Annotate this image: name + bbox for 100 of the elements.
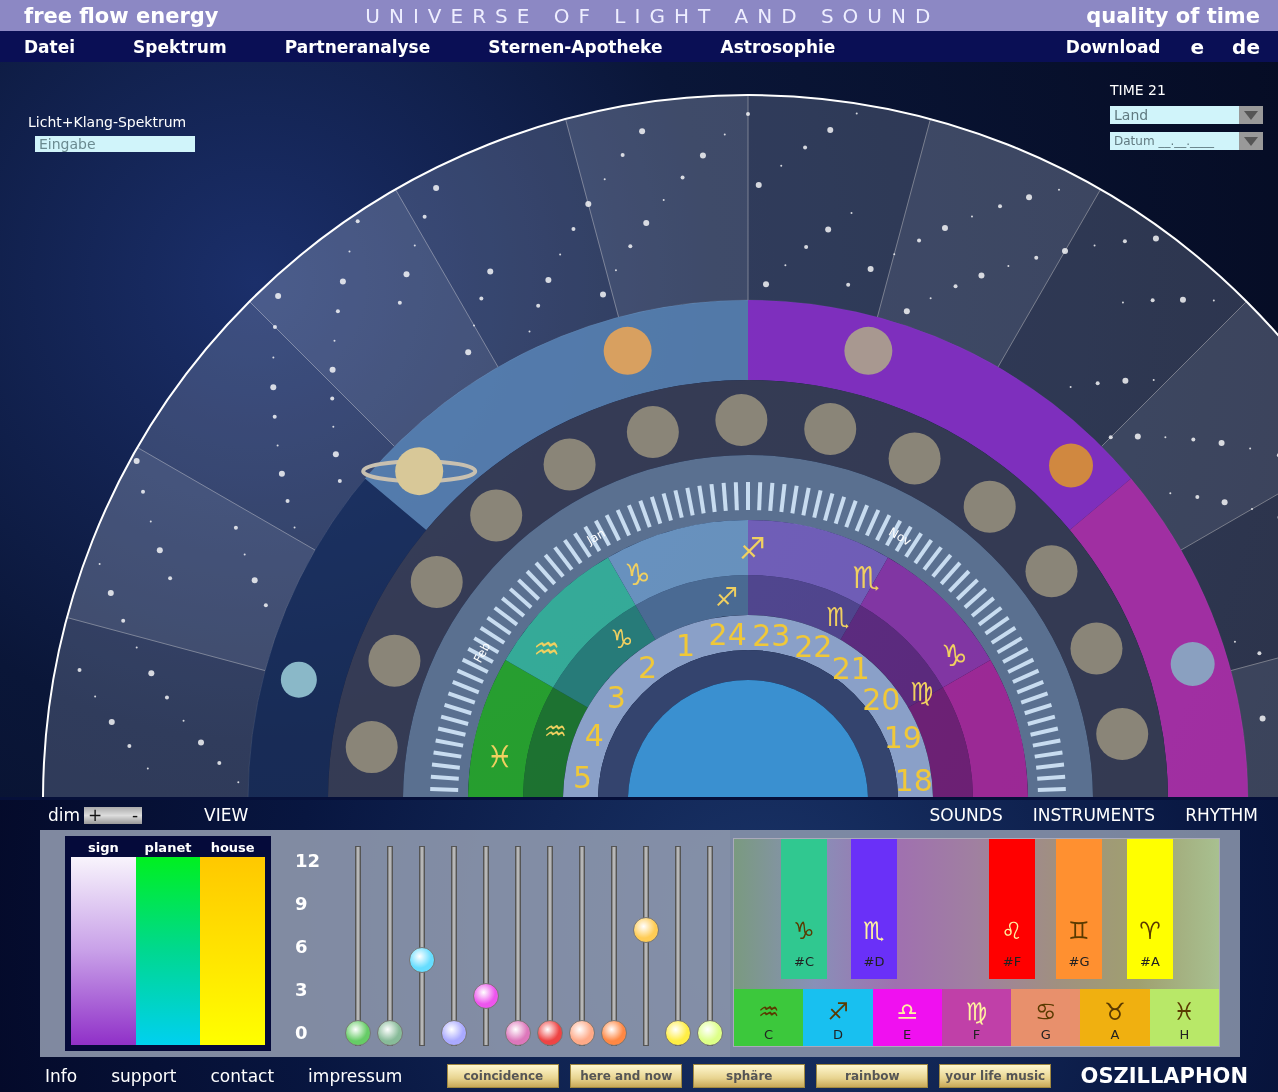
house-number: 19 [883,720,922,756]
piano-key[interactable]: ♎ E [872,989,942,1046]
slider-thumb[interactable] [537,1020,563,1046]
slider-thumb[interactable] [345,1020,371,1046]
scale-label: 9 [295,893,309,914]
footer-link[interactable]: support [111,1066,177,1086]
mode-button[interactable]: coincidence [447,1064,560,1088]
house-number: 22 [794,629,833,665]
vertical-slider[interactable] [345,846,371,1046]
house-number: 1 [675,628,695,664]
slider-thumb[interactable] [569,1020,595,1046]
scale-label: 0 [295,1022,309,1043]
piano-key[interactable]: ♑ #C [781,839,827,979]
house-number: 24 [708,617,747,653]
slider-thumb[interactable] [409,946,435,973]
slider-thumb[interactable] [665,1020,691,1046]
download-link[interactable]: Download [1065,36,1161,57]
menu-item[interactable]: Sternen-Apotheke [488,36,663,57]
piano-key[interactable]: ♉ A [1080,989,1150,1046]
plus-button[interactable]: + [84,807,107,823]
scale-label: 6 [295,936,309,957]
slider-thumb[interactable] [505,1020,531,1046]
brand-name: OSZILLAPHON [1080,1064,1248,1088]
month-label: Feb [470,639,494,666]
piano-key[interactable]: ♋ G [1011,989,1081,1046]
house-number: 23 [752,617,791,653]
vertical-slider[interactable] [537,846,563,1046]
vertical-slider[interactable] [633,846,659,1046]
zodiac-sign: ♏ [852,560,880,596]
slider-thumb[interactable] [697,1020,723,1046]
piano-key[interactable]: ♍ F [941,989,1012,1046]
mode-button[interactable]: your life music [939,1064,1052,1088]
menu-item[interactable]: Datei [24,36,76,57]
scale-label: 3 [295,979,309,1000]
tab[interactable]: SOUNDS [929,805,1003,825]
slider-thumb[interactable] [441,1020,467,1046]
dropdown-button[interactable] [1239,106,1263,124]
vertical-slider[interactable] [473,846,499,1046]
minus-button[interactable]: - [127,807,143,823]
piano-key[interactable]: ♌ #F [989,839,1035,979]
slider-thumb[interactable] [601,1020,627,1046]
zodiac-sign: ♒ [543,715,567,746]
site-tagline: quality of time [1086,3,1260,28]
language-link[interactable]: de [1232,34,1260,59]
tab[interactable]: RHYTHM [1185,805,1258,825]
zodiac-sign: ♐ [738,531,766,567]
zodiac-sign: ♑ [624,556,651,592]
piano-key[interactable]: ♓ H [1149,989,1219,1046]
vertical-slider[interactable] [697,846,723,1046]
vertical-slider[interactable] [569,846,595,1046]
tab[interactable]: INSTRUMENTS [1032,805,1156,825]
vertical-slider[interactable] [505,846,531,1046]
piano-key[interactable]: ♒ C [734,989,804,1046]
vertical-slider[interactable] [665,846,691,1046]
site-title: UNIVERSE OF LIGHT AND SOUND [365,3,940,28]
dim-label: dim [48,805,81,825]
zodiac-sign: ♑ [610,624,634,655]
vertical-slider[interactable] [441,846,467,1046]
dropdown-field[interactable]: Land [1110,106,1239,124]
piano-key[interactable]: ♈ #A [1127,839,1173,979]
language-link[interactable]: e [1190,34,1205,59]
spectrum-label: Licht+Klang-Spektrum [28,114,187,130]
slider-thumb[interactable] [473,983,499,1010]
vertical-slider[interactable] [409,846,435,1046]
zodiac-sign: ♐ [714,582,739,613]
house-number: 2 [637,649,658,685]
legend-label: house [209,840,256,855]
house-number: 3 [606,680,626,716]
vertical-slider[interactable] [601,846,627,1046]
house-number: 18 [894,762,933,797]
zodiac-sign: ♓ [486,739,514,775]
menu-item[interactable]: Partneranalyse [284,36,431,57]
menu-item[interactable]: Astrosophie [720,36,836,57]
scale-label: 12 [295,850,322,871]
mode-button[interactable]: sphäre [693,1064,806,1088]
house-number: 4 [584,717,604,753]
mode-button[interactable]: here and now [570,1064,683,1088]
piano-key[interactable]: ♊ #G [1056,839,1102,979]
dropdown-button[interactable] [1239,132,1263,150]
footer-link[interactable]: contact [210,1066,275,1086]
zodiac-sign: ♏ [826,601,850,632]
piano-key[interactable]: ♐ D [803,989,873,1046]
footer-link[interactable]: Info [45,1066,78,1086]
site-tagline: free flow energy [24,3,219,28]
piano-key[interactable]: ♏ #D [851,839,897,979]
zodiac-sign: ♍ [910,677,934,708]
vertical-slider[interactable] [377,846,403,1046]
mode-button[interactable]: rainbow [816,1064,929,1088]
slider-thumb[interactable] [633,917,659,944]
legend-label: sign [86,840,120,855]
input-field[interactable]: Eingabe [35,136,195,152]
month-label: Nov [886,524,914,549]
footer-link[interactable]: impressum [308,1066,403,1086]
month-label: Jan [584,526,608,548]
slider-thumb[interactable] [377,1020,403,1046]
time-label: TIME 21 [1110,82,1166,98]
legend-label: planet [143,840,193,855]
menu-item[interactable]: Spektrum [133,36,227,57]
view-label: VIEW [204,805,249,825]
dropdown-field[interactable]: Datum __.__.____ [1110,132,1239,150]
